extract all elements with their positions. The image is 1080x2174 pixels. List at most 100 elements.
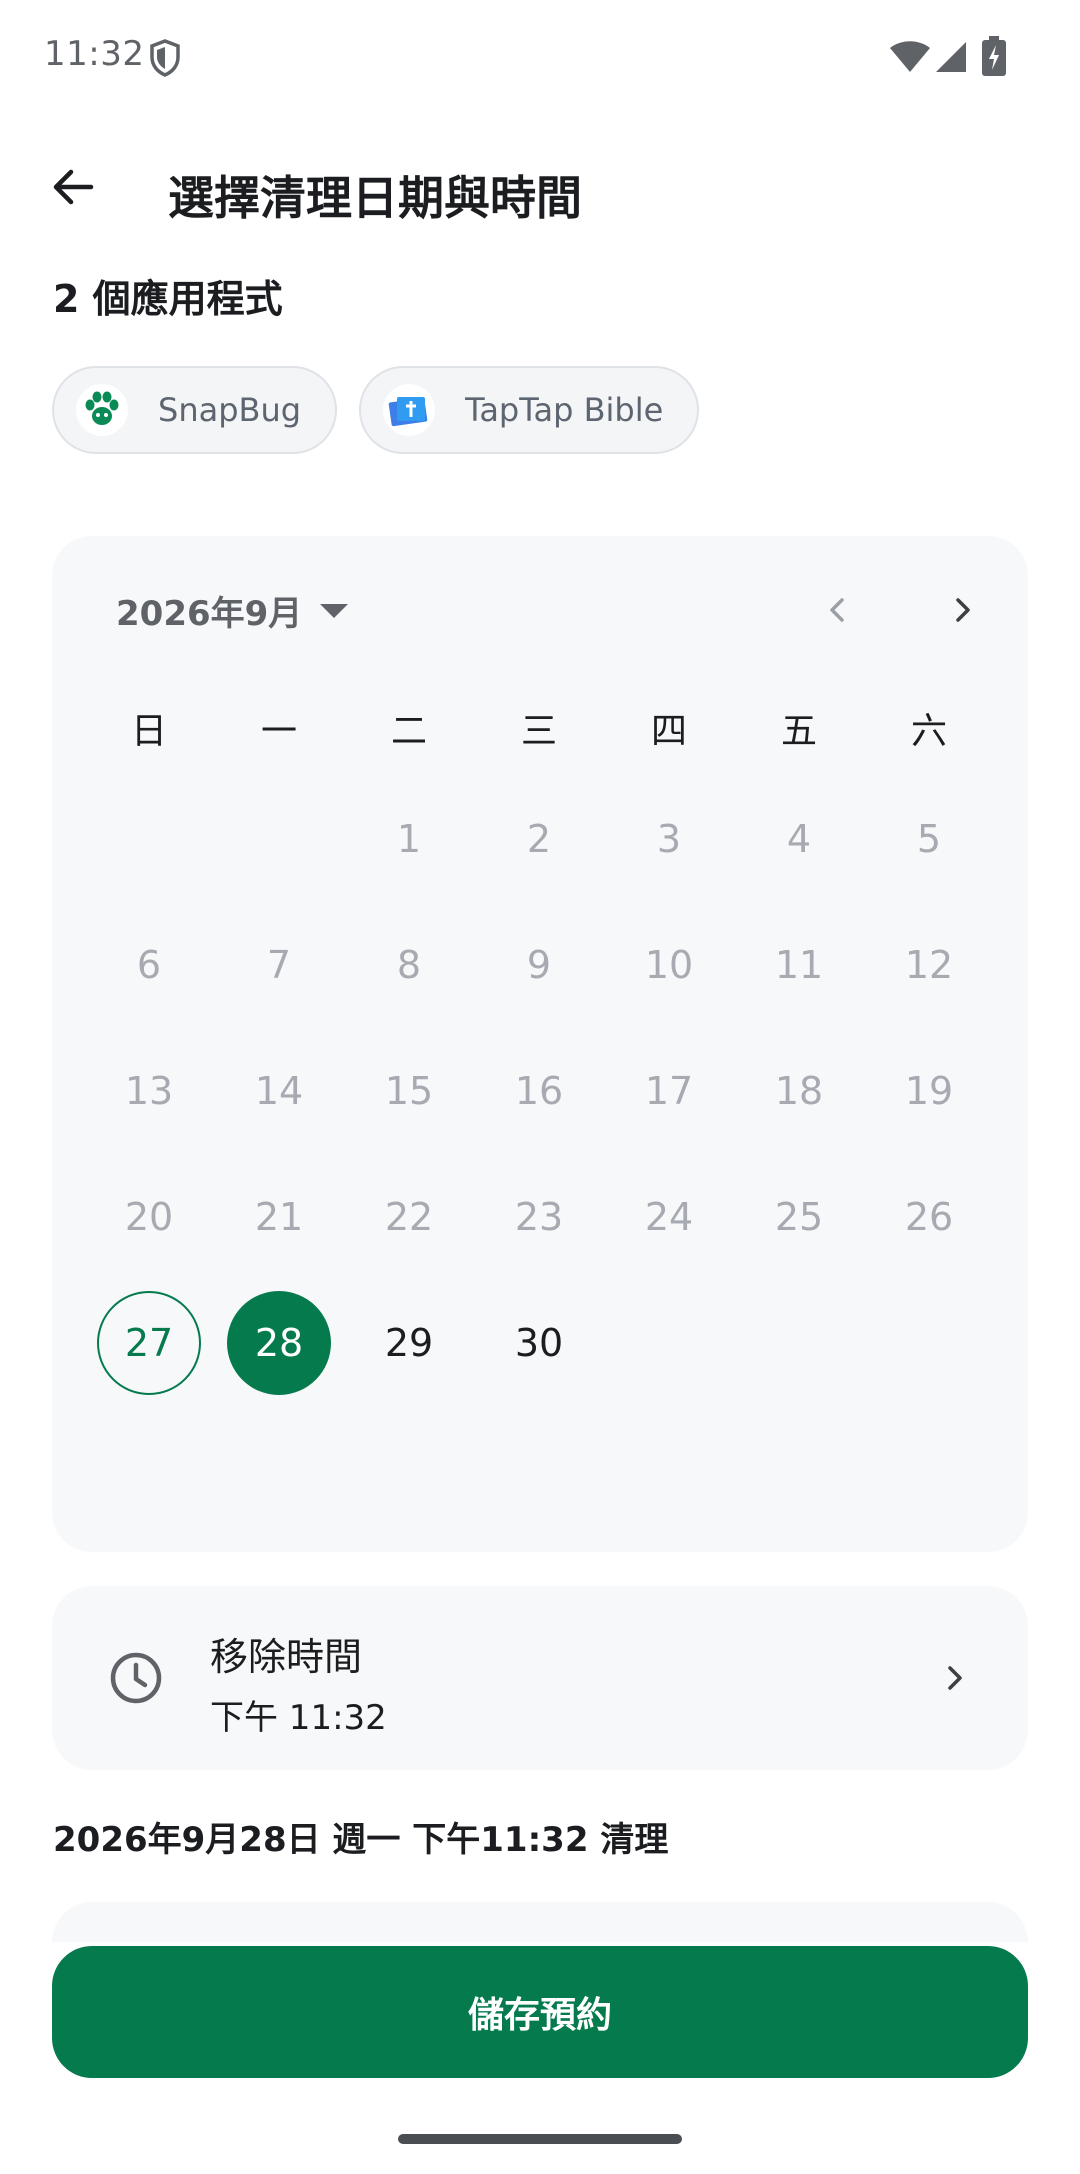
- calendar-day-number: 16: [514, 1069, 564, 1113]
- calendar-day-number: 1: [396, 817, 422, 861]
- calendar-day-3: 3: [604, 776, 734, 902]
- chevron-right-icon: [956, 598, 970, 622]
- app-chips: SnapBug TapTap Bible: [52, 366, 700, 454]
- calendar-day-number: 23: [514, 1195, 564, 1239]
- calendar-day-number: 26: [904, 1195, 954, 1239]
- page-title: 選擇清理日期與時間: [168, 171, 582, 225]
- calendar-day-21: 21: [214, 1154, 344, 1280]
- calendar-day-26: 26: [864, 1154, 994, 1280]
- calendar-day-2: 2: [474, 776, 604, 902]
- calendar-day-5: 5: [864, 776, 994, 902]
- calendar-day-number: 20: [124, 1195, 174, 1239]
- calendar-day-number: 30: [514, 1321, 564, 1365]
- calendar-day-number: 6: [136, 943, 162, 987]
- calendar-day-30[interactable]: 30: [474, 1280, 604, 1406]
- calendar-day-16: 16: [474, 1028, 604, 1154]
- calendar-day-24: 24: [604, 1154, 734, 1280]
- app-chip-label: SnapBug: [158, 391, 302, 429]
- chevron-left-icon: [830, 598, 844, 622]
- arrow-back-icon: [53, 169, 94, 205]
- calendar-day-28[interactable]: 28: [214, 1280, 344, 1406]
- calendar-day-17: 17: [604, 1028, 734, 1154]
- scrolled-card-edge: [52, 1902, 1028, 1942]
- calendar-day-number: 15: [384, 1069, 434, 1113]
- calendar-day-12: 12: [864, 902, 994, 1028]
- app-chip-snapbug[interactable]: SnapBug: [52, 366, 338, 454]
- calendar-day-number: 25: [774, 1195, 824, 1239]
- apps-count-label: 2 個應用程式: [53, 277, 283, 321]
- calendar-day-number: 29: [384, 1321, 434, 1365]
- calendar-day-number: 12: [904, 943, 954, 987]
- removal-time-title: 移除時間: [210, 1635, 363, 1679]
- calendar-day-number: 22: [384, 1195, 434, 1239]
- calendar-day-9: 9: [474, 902, 604, 1028]
- calendar-day-29[interactable]: 29: [344, 1280, 474, 1406]
- calendar-day-number: 28: [227, 1291, 331, 1395]
- calendar-day-20: 20: [84, 1154, 214, 1280]
- shield-icon: [150, 39, 180, 77]
- previous-month-button[interactable]: [808, 580, 868, 640]
- calendar-day-7: 7: [214, 902, 344, 1028]
- calendar-day-18: 18: [734, 1028, 864, 1154]
- schedule-cleanup-screen: 11:32 選擇清理日期與時間 2 個應用程式 SnapBug TapTap B…: [0, 0, 1080, 2174]
- weekday-label: 四: [650, 711, 687, 752]
- calendar-day-11: 11: [734, 902, 864, 1028]
- calendar-day-1: 1: [344, 776, 474, 902]
- calendar-day-19: 19: [864, 1028, 994, 1154]
- next-month-button[interactable]: [932, 580, 992, 640]
- calendar-day-number: 5: [916, 817, 942, 861]
- weekday-label: 六: [910, 711, 947, 752]
- calendar-day-15: 15: [344, 1028, 474, 1154]
- paw-icon: [76, 384, 128, 436]
- app-chip-taptap-bible[interactable]: TapTap Bible: [359, 366, 700, 454]
- clock-icon: [110, 1652, 162, 1704]
- status-bar: 11:32: [0, 0, 1080, 115]
- removal-time-row[interactable]: 移除時間 下午 11:32: [52, 1586, 1028, 1770]
- calendar-day-23: 23: [474, 1154, 604, 1280]
- calendar-day-25: 25: [734, 1154, 864, 1280]
- calendar-blank-cell: [84, 776, 214, 902]
- calendar-day-number: 24: [644, 1195, 694, 1239]
- weekday-label: 日: [130, 711, 167, 752]
- calendar-day-number: 8: [396, 943, 422, 987]
- calendar-day-4: 4: [734, 776, 864, 902]
- removal-time-value: 下午 11:32: [210, 1698, 387, 1738]
- calendar-day-number: 18: [774, 1069, 824, 1113]
- month-label: 2026年9月: [116, 594, 303, 634]
- calendar-day-number: 17: [644, 1069, 694, 1113]
- signal-icon: [936, 42, 966, 72]
- calendar-day-13: 13: [84, 1028, 214, 1154]
- back-button[interactable]: [36, 150, 110, 224]
- calendar-day-number: 13: [124, 1069, 174, 1113]
- battery-charging-icon: [982, 36, 1006, 76]
- calendar: 2026年9月 日 一 二 三 四 五 六 1 2 3 4 5 6 7 8 9 10 11 12 13 1…: [52, 536, 1028, 1552]
- calendar-day-number: 19: [904, 1069, 954, 1113]
- save-schedule-button[interactable]: 儲存預約: [52, 1946, 1028, 2078]
- calendar-day-6: 6: [84, 902, 214, 1028]
- calendar-day-number: 4: [786, 817, 812, 861]
- calendar-day-number: 27: [97, 1291, 201, 1395]
- calendar-day-27[interactable]: 27: [84, 1280, 214, 1406]
- weekday-header: 日 一 二 三 四 五 六: [84, 702, 994, 754]
- home-indicator[interactable]: [398, 2134, 682, 2144]
- calendar-day-number: 10: [644, 943, 694, 987]
- calendar-day-8: 8: [344, 902, 474, 1028]
- calendar-day-number: 2: [526, 817, 552, 861]
- caret-down-icon: [320, 603, 349, 618]
- weekday-label: 二: [390, 711, 427, 752]
- calendar-blank-cell: [214, 776, 344, 902]
- weekday-label: 五: [780, 711, 817, 752]
- calendar-day-22: 22: [344, 1154, 474, 1280]
- calendar-day-number: 9: [526, 943, 552, 987]
- app-chip-label: TapTap Bible: [465, 391, 664, 429]
- calendar-day-number: 3: [656, 817, 682, 861]
- calendar-day-10: 10: [604, 902, 734, 1028]
- chevron-right-icon: [924, 1648, 984, 1708]
- calendar-day-number: 21: [254, 1195, 304, 1239]
- day-grid: 1 2 3 4 5 6 7 8 9 10 11 12 13 14 15 16 17 18 19 20 21 22 23 24 2…: [84, 776, 994, 1406]
- calendar-day-number: 14: [254, 1069, 304, 1113]
- weekday-label: 一: [260, 711, 297, 752]
- bible-book-icon: [383, 384, 436, 436]
- status-time: 11:32: [44, 34, 145, 74]
- month-selector[interactable]: 2026年9月: [116, 586, 349, 635]
